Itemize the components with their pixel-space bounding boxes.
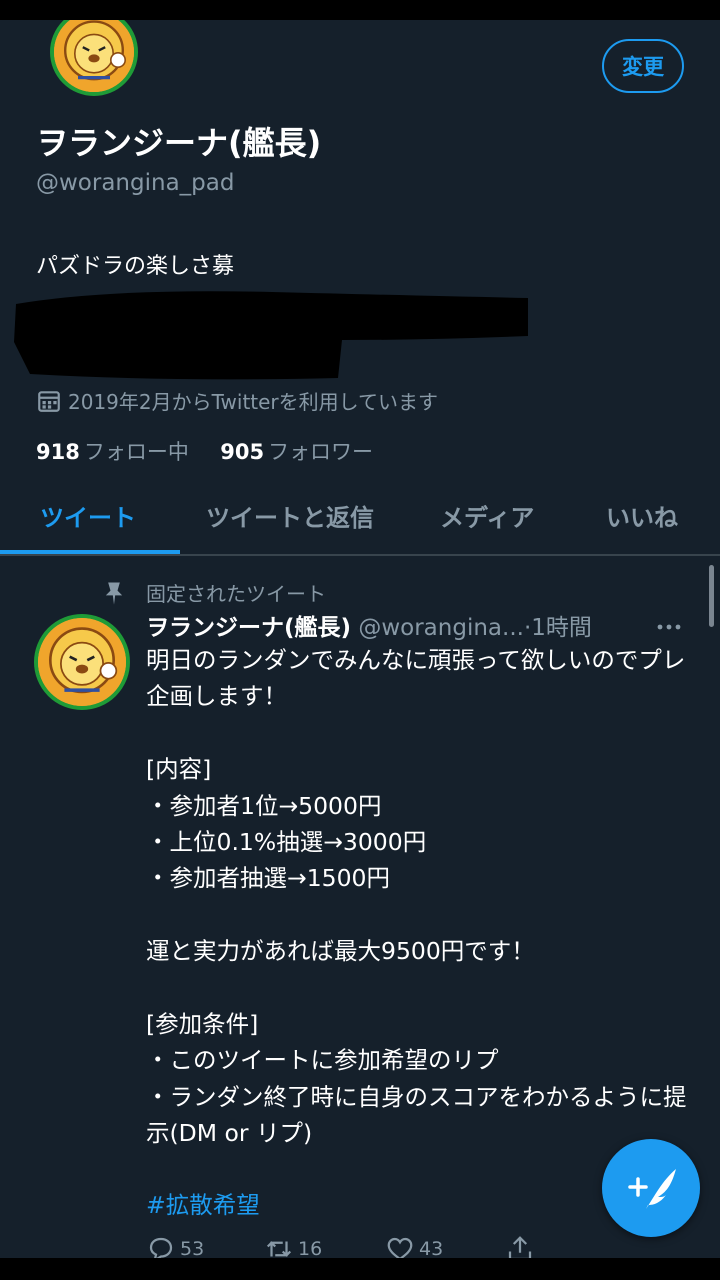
retweet-button[interactable]: 16	[264, 1232, 322, 1258]
edit-profile-button[interactable]: 変更	[602, 39, 684, 93]
profile-bio: パズドラの楽しさ募	[36, 254, 235, 279]
active-tab-indicator	[0, 550, 180, 554]
followers-count: 905	[220, 440, 265, 464]
tweet-author-avatar[interactable]	[34, 614, 130, 710]
like-count: 43	[419, 1238, 444, 1258]
like-button[interactable]: 43	[385, 1232, 443, 1258]
following-label: フォロー中	[83, 440, 189, 464]
joined-date-text: 2019年2月からTwitterを利用しています	[68, 390, 439, 414]
reply-count: 53	[180, 1238, 205, 1258]
tweet-hashtag[interactable]: #拡散希望	[146, 1186, 260, 1220]
redaction-scribble	[14, 291, 528, 380]
tweet-header: ヲランジーナ(艦長) @worangina...·1時間	[146, 608, 686, 642]
joined-date: 2019年2月からTwitterを利用しています	[36, 386, 438, 415]
pinned-label-text: 固定されたツイート	[146, 582, 326, 606]
profile-display-name: ヲランジーナ(艦長)	[36, 124, 322, 162]
profile-handle: @worangina_pad	[36, 170, 235, 196]
followers-label: フォロワー	[268, 440, 374, 464]
profile-avatar[interactable]	[50, 20, 138, 96]
tweet-text: 明日のランダンでみんなに頑張って欲しいのでプレ企画します！ [内容] ・参加者1…	[146, 646, 687, 1148]
followers-link[interactable]: 905 フォロワー	[214, 440, 374, 464]
tab-media[interactable]: メディア	[440, 498, 534, 533]
calendar-icon	[38, 390, 60, 412]
lion-avatar-image	[38, 618, 126, 706]
retweet-icon	[266, 1241, 292, 1257]
reply-icon	[149, 1237, 173, 1258]
share-button[interactable]	[505, 1232, 539, 1258]
following-link[interactable]: 918 フォロー中	[36, 440, 196, 464]
lion-avatar-image	[54, 20, 134, 92]
pin-icon	[105, 582, 123, 605]
pinned-tweet-label: 固定されたツイート	[100, 578, 326, 607]
compose-icon	[628, 1169, 676, 1209]
more-icon[interactable]	[654, 612, 684, 642]
tweet-author-handle: @worangina...	[358, 615, 524, 641]
tweet-timestamp: 1時間	[531, 615, 592, 641]
tab-tweets-and-replies[interactable]: ツイートと返信	[206, 498, 374, 533]
reply-button[interactable]: 53	[146, 1232, 204, 1258]
share-icon	[508, 1236, 532, 1258]
tab-tweets[interactable]: ツイート	[40, 498, 136, 533]
profile-tabs: ツイート ツイートと返信 メディア いいね	[0, 478, 720, 556]
retweet-count: 16	[298, 1238, 323, 1258]
following-count: 918	[36, 440, 80, 464]
tweet-author-name[interactable]: ヲランジーナ(艦長)	[146, 615, 351, 641]
like-icon	[387, 1237, 413, 1258]
profile-screen: 変更 ヲランジーナ(艦長) @worangina_pad パズドラの楽しさ募 2…	[0, 20, 720, 1258]
tab-likes[interactable]: いいね	[606, 498, 678, 533]
follow-stats: 918 フォロー中 905 フォロワー	[36, 436, 373, 466]
scrollbar[interactable]	[709, 565, 714, 627]
compose-tweet-button[interactable]	[602, 1139, 700, 1237]
